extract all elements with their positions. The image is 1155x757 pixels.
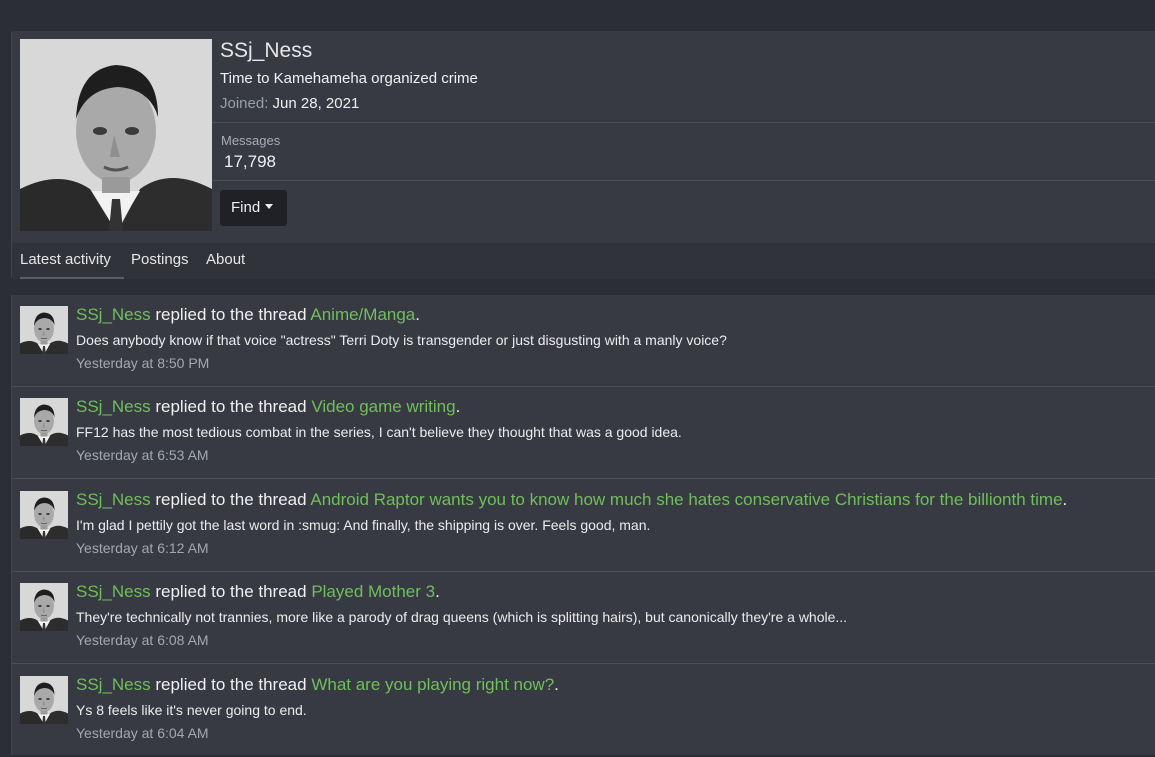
- action-text: replied to the thread: [150, 582, 312, 601]
- find-button-label: Find: [231, 199, 261, 216]
- username-link[interactable]: SSj_Ness: [76, 305, 151, 324]
- punctuation: .: [435, 582, 440, 601]
- punctuation: .: [415, 305, 420, 324]
- action-text: replied to the thread: [150, 675, 312, 694]
- post-timestamp[interactable]: Yesterday at 6:08 AM: [76, 632, 209, 648]
- post-timestamp[interactable]: Yesterday at 6:12 AM: [76, 540, 209, 556]
- joined-label: Joined:: [220, 95, 269, 112]
- messages-label: Messages: [221, 133, 281, 148]
- activity-headline: SSj_Ness replied to the thread Android R…: [76, 490, 1067, 510]
- user-avatar[interactable]: [20, 306, 68, 354]
- post-timestamp[interactable]: Yesterday at 8:50 PM: [76, 355, 209, 371]
- profile-avatar[interactable]: [20, 39, 212, 231]
- punctuation: .: [455, 397, 461, 416]
- username-link[interactable]: SSj_Ness: [76, 397, 151, 416]
- caret-down-icon: [265, 203, 274, 209]
- action-text: replied to the thread: [150, 490, 311, 509]
- activity-feed: SSj_Ness replied to the thread Anime/Man…: [11, 295, 1155, 755]
- user-avatar[interactable]: [20, 676, 68, 724]
- profile-joined: Joined: Jun 28, 2021: [220, 95, 359, 112]
- thread-link[interactable]: Video game writing: [311, 397, 455, 416]
- activity-headline: SSj_Ness replied to the thread Anime/Man…: [76, 305, 420, 325]
- profile-user-title: Time to Kamehameha organized crime: [220, 70, 478, 87]
- post-timestamp[interactable]: Yesterday at 6:04 AM: [76, 725, 209, 741]
- activity-item: SSj_Ness replied to the thread Video gam…: [12, 387, 1155, 479]
- thread-link[interactable]: What are you playing right now?: [311, 675, 554, 694]
- user-avatar[interactable]: [20, 491, 68, 539]
- activity-item: SSj_Ness replied to the thread What are …: [12, 665, 1155, 757]
- post-snippet[interactable]: Does anybody know if that voice "actress…: [76, 332, 727, 348]
- tab-postings[interactable]: Postings: [131, 243, 189, 279]
- user-avatar[interactable]: [20, 398, 68, 446]
- punctuation: .: [554, 675, 559, 694]
- punctuation: .: [1062, 490, 1068, 509]
- thread-link[interactable]: Anime/Manga: [310, 305, 415, 324]
- activity-headline: SSj_Ness replied to the thread Played Mo…: [76, 582, 440, 602]
- tab-latest-activity[interactable]: Latest activity: [20, 243, 124, 279]
- find-button[interactable]: Find: [220, 190, 287, 226]
- user-avatar[interactable]: [20, 583, 68, 631]
- messages-count[interactable]: 17,798: [224, 152, 276, 172]
- post-timestamp[interactable]: Yesterday at 6:53 AM: [76, 447, 209, 463]
- action-text: replied to the thread: [150, 397, 312, 416]
- post-snippet[interactable]: I'm glad I pettily got the last word in …: [76, 517, 650, 533]
- post-snippet[interactable]: They're technically not trannies, more l…: [76, 609, 847, 625]
- tab-about[interactable]: About: [206, 243, 245, 279]
- profile-tabs: Latest activity Postings About: [12, 243, 1155, 279]
- username-link[interactable]: SSj_Ness: [76, 675, 151, 694]
- divider: [212, 180, 1155, 181]
- profile-card: SSj_Ness Time to Kamehameha organized cr…: [11, 31, 1155, 279]
- activity-item: SSj_Ness replied to the thread Anime/Man…: [12, 295, 1155, 387]
- profile-username: SSj_Ness: [220, 39, 313, 62]
- thread-link[interactable]: Android Raptor wants you to know how muc…: [310, 490, 1062, 509]
- activity-item: SSj_Ness replied to the thread Played Mo…: [12, 572, 1155, 664]
- activity-item: SSj_Ness replied to the thread Android R…: [12, 480, 1155, 572]
- thread-link[interactable]: Played Mother 3: [311, 582, 435, 601]
- joined-date: Jun 28, 2021: [272, 95, 360, 112]
- post-snippet[interactable]: FF12 has the most tedious combat in the …: [76, 424, 682, 440]
- divider: [212, 122, 1155, 123]
- activity-headline: SSj_Ness replied to the thread Video gam…: [76, 397, 460, 417]
- post-snippet[interactable]: Ys 8 feels like it's never going to end.: [76, 702, 307, 718]
- username-link[interactable]: SSj_Ness: [76, 490, 151, 509]
- username-link[interactable]: SSj_Ness: [76, 582, 151, 601]
- action-text: replied to the thread: [150, 305, 311, 324]
- activity-headline: SSj_Ness replied to the thread What are …: [76, 675, 559, 695]
